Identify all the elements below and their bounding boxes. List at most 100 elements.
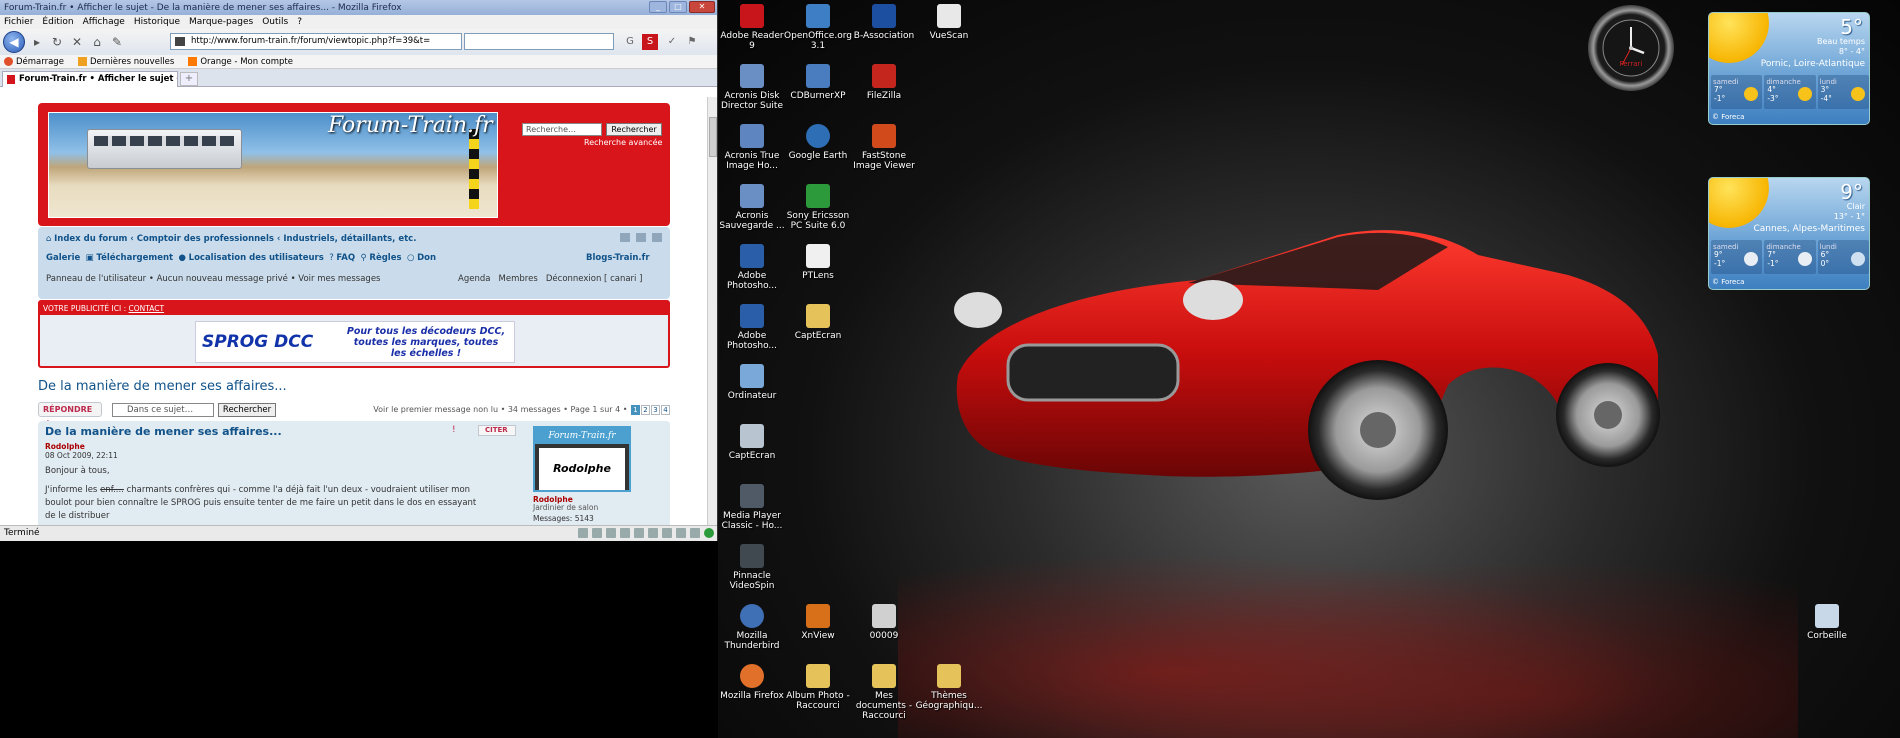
home-icon[interactable]: ⌂ bbox=[89, 34, 105, 50]
email-icon[interactable] bbox=[636, 233, 646, 242]
desktop-icon-ptlens[interactable]: PTLens bbox=[784, 244, 852, 281]
desktop-icon-thunderbird[interactable]: Mozilla Thunderbird bbox=[718, 604, 786, 651]
link-localisation[interactable]: Localisation des utilisateurs bbox=[189, 253, 324, 263]
desktop-icon-google-earth[interactable]: Google Earth bbox=[784, 124, 852, 161]
close-window-button[interactable]: ✕ bbox=[689, 1, 715, 13]
desktop-icon-themes-geographiques[interactable]: Thèmes Géographiqu... bbox=[915, 664, 983, 711]
sprog-addon-icon[interactable]: S bbox=[642, 34, 658, 50]
forum-search-input[interactable]: Recherche… bbox=[522, 123, 602, 136]
addon-status-icon[interactable] bbox=[606, 528, 616, 538]
addon-status-icon[interactable] bbox=[648, 528, 658, 538]
maximize-button[interactable]: □ bbox=[669, 1, 687, 13]
link-telechargement[interactable]: Téléchargement bbox=[96, 253, 173, 263]
forum-search-button[interactable]: Rechercher bbox=[606, 123, 662, 136]
menu-affichage[interactable]: Affichage bbox=[83, 17, 125, 27]
reply-button[interactable]: RÉPONDRE ↵ bbox=[38, 402, 102, 427]
link-membres[interactable]: Membres bbox=[499, 274, 538, 284]
addon-status-icon[interactable] bbox=[704, 528, 714, 538]
bookmark-demarrage[interactable]: Démarrage bbox=[4, 57, 64, 67]
ad-contact-link[interactable]: CONTACT bbox=[128, 304, 164, 313]
page-3[interactable]: 3 bbox=[651, 405, 660, 415]
bookmark-dernieres-nouvelles[interactable]: Dernières nouvelles bbox=[77, 57, 174, 67]
scrollbar-thumb[interactable] bbox=[709, 117, 717, 157]
desktop-icon-ordinateur[interactable]: Ordinateur bbox=[718, 364, 786, 401]
page-2[interactable]: 2 bbox=[641, 405, 650, 415]
addon-status-icon[interactable] bbox=[690, 528, 700, 538]
desktop-icon-openoffice[interactable]: OpenOffice.org 3.1 bbox=[784, 4, 852, 51]
weather-credit[interactable]: © Foreca bbox=[1712, 278, 1744, 286]
report-icon[interactable]: ! bbox=[452, 425, 456, 435]
desktop-icon-faststone[interactable]: FastStone Image Viewer bbox=[850, 124, 918, 171]
page-scrollbar[interactable] bbox=[707, 97, 717, 525]
link-blogs-train[interactable]: Blogs-Train.fr bbox=[586, 253, 650, 263]
desktop-icon-vuescan[interactable]: VueScan bbox=[915, 4, 983, 41]
forward-button[interactable]: ▸ bbox=[29, 34, 45, 50]
desktop-icon-captecran-folder[interactable]: CaptEcran bbox=[784, 304, 852, 341]
back-button[interactable]: ◀ bbox=[3, 31, 25, 53]
page-1[interactable]: 1 bbox=[631, 405, 640, 415]
addon-status-icon[interactable] bbox=[578, 528, 588, 538]
desktop-icon-sony-ericsson[interactable]: Sony Ericsson PC Suite 6.0 bbox=[784, 184, 852, 231]
user-links[interactable]: Panneau de l'utilisateur • Aucun nouveau… bbox=[46, 274, 380, 284]
menu-historique[interactable]: Historique bbox=[134, 17, 180, 27]
desktop-icon-photoshop-2[interactable]: Adobe Photosho... bbox=[718, 304, 786, 351]
desktop-icon-corbeille[interactable]: Corbeille bbox=[1793, 604, 1861, 641]
link-don[interactable]: Don bbox=[417, 253, 436, 263]
font-size-icon[interactable] bbox=[652, 233, 662, 242]
topic-search-button[interactable]: Rechercher bbox=[218, 403, 276, 417]
topic-search-input[interactable]: Dans ce sujet… bbox=[112, 403, 214, 417]
stop-icon[interactable]: ✕ bbox=[69, 34, 85, 50]
weather-gadget-cannes[interactable]: 9° Clair 13° - 1° Cannes, Alpes-Maritime… bbox=[1708, 177, 1870, 290]
desktop-icon-adobe-reader[interactable]: Adobe Reader 9 bbox=[718, 4, 786, 51]
addon-icon[interactable]: ⚑ bbox=[684, 34, 700, 50]
ad-banner[interactable]: SPROG DCC Pour tous les décodeurs DCC, t… bbox=[195, 321, 515, 363]
desktop-icon-cdburnerxp[interactable]: CDBurnerXP bbox=[784, 64, 852, 101]
desktop-icon-album-photo[interactable]: Album Photo - Raccourci bbox=[784, 664, 852, 711]
addon-status-icon[interactable] bbox=[620, 528, 630, 538]
window-titlebar[interactable]: Forum-Train.fr • Afficher le sujet - De … bbox=[0, 0, 717, 15]
desktop-icon-firefox[interactable]: Mozilla Firefox bbox=[718, 664, 786, 701]
addon-status-icon[interactable] bbox=[634, 528, 644, 538]
desktop-icon-mes-documents[interactable]: Mes documents - Raccourci bbox=[850, 664, 918, 721]
print-icon[interactable] bbox=[620, 233, 630, 242]
menu-edition[interactable]: Édition bbox=[42, 17, 73, 27]
menu-fichier[interactable]: Fichier bbox=[4, 17, 33, 27]
address-bar[interactable]: http://www.forum-train.fr/forum/viewtopi… bbox=[170, 33, 462, 50]
tools-icon[interactable]: ✎ bbox=[109, 34, 125, 50]
desktop-icon-media-player[interactable]: Media Player Classic - Ho... bbox=[718, 484, 786, 531]
advanced-search-link[interactable]: Recherche avancée bbox=[584, 138, 662, 147]
link-regles[interactable]: Règles bbox=[369, 253, 401, 263]
google-icon[interactable]: G bbox=[622, 34, 638, 50]
page-4[interactable]: 4 bbox=[661, 405, 670, 415]
link-faq[interactable]: FAQ bbox=[336, 253, 355, 263]
menu-aide[interactable]: ? bbox=[297, 17, 302, 27]
desktop-icon-acronis-disk[interactable]: Acronis Disk Director Suite bbox=[718, 64, 786, 111]
desktop-icon-photoshop-1[interactable]: Adobe Photosho... bbox=[718, 244, 786, 291]
bookmark-orange[interactable]: Orange - Mon compte bbox=[188, 57, 293, 67]
addon-icon[interactable]: ✓ bbox=[664, 34, 680, 50]
topic-title[interactable]: De la manière de mener ses affaires... bbox=[38, 379, 287, 394]
desktop-icon-pinnacle[interactable]: Pinnacle VideoSpin bbox=[718, 544, 786, 591]
search-bar[interactable] bbox=[464, 33, 614, 50]
post-author[interactable]: Rodolphe bbox=[45, 442, 85, 451]
new-tab-button[interactable]: + bbox=[180, 72, 198, 86]
tab-forum-train[interactable]: Forum-Train.fr • Afficher le sujet - D..… bbox=[2, 71, 178, 87]
desktop-icon-acronis-true-image[interactable]: Acronis True Image Ho... bbox=[718, 124, 786, 171]
weather-credit[interactable]: © Foreca bbox=[1712, 113, 1744, 121]
weather-gadget-pornic[interactable]: 5° Beau temps 8° - 4° Pornic, Loire-Atla… bbox=[1708, 12, 1870, 125]
desktop-icon-filezilla[interactable]: FileZilla bbox=[850, 64, 918, 101]
desktop-icon-captecran[interactable]: CaptEcran bbox=[718, 424, 786, 461]
desktop-icon-b-association[interactable]: B-Association bbox=[850, 4, 918, 41]
clock-gadget[interactable]: Ferrari bbox=[1588, 5, 1674, 91]
quote-button[interactable]: CITER bbox=[478, 425, 516, 436]
link-agenda[interactable]: Agenda bbox=[458, 274, 490, 284]
addon-status-icon[interactable] bbox=[676, 528, 686, 538]
reload-icon[interactable]: ↻ bbox=[49, 34, 65, 50]
link-deconnexion[interactable]: Déconnexion [ canari ] bbox=[546, 274, 643, 284]
link-galerie[interactable]: Galerie bbox=[46, 253, 80, 263]
desktop-icon-xnview[interactable]: XnView bbox=[784, 604, 852, 641]
post-title[interactable]: De la manière de mener ses affaires... bbox=[45, 425, 282, 438]
minimize-button[interactable]: _ bbox=[649, 1, 667, 13]
menu-marque-pages[interactable]: Marque-pages bbox=[189, 17, 253, 27]
addon-status-icon[interactable] bbox=[662, 528, 672, 538]
